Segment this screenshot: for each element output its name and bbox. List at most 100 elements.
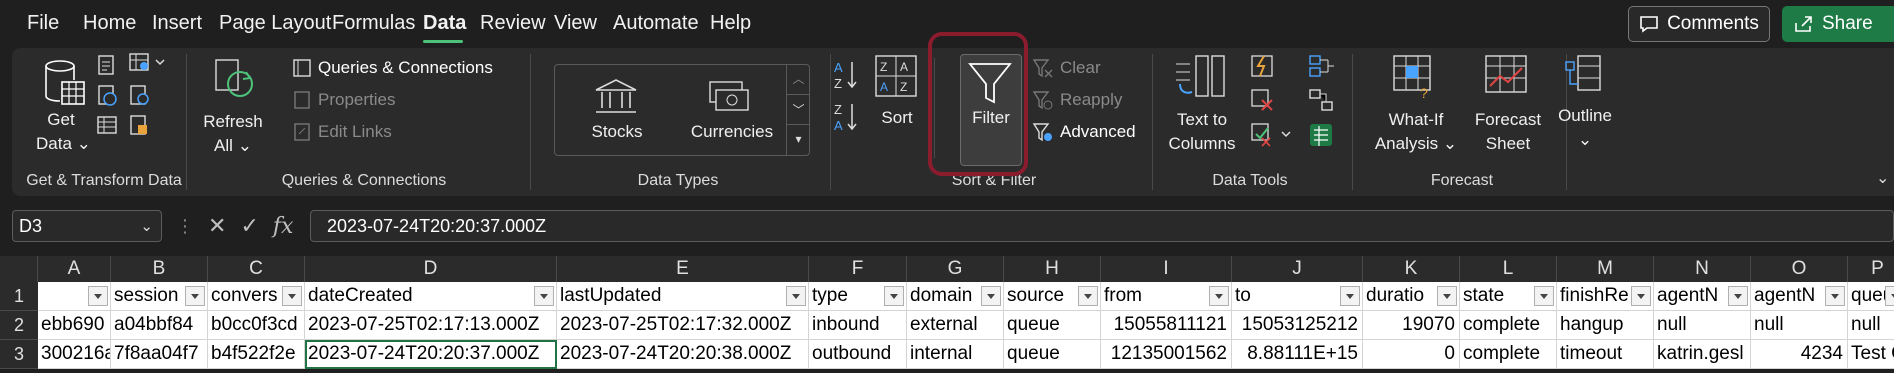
scroll-down-icon[interactable]: ﹀ [787, 94, 810, 124]
recent-sources-icon[interactable] [128, 84, 150, 106]
tab-review[interactable]: Review [480, 12, 546, 35]
stocks-button[interactable]: Stocks [582, 120, 652, 144]
from-web-icon[interactable] [96, 84, 118, 106]
data-model-icon[interactable] [1308, 122, 1336, 148]
sort-za-icon[interactable]: ZA [832, 100, 862, 134]
table-cell[interactable]: internal [907, 340, 1004, 369]
table-cell[interactable]: 8.88111E+15 [1232, 340, 1363, 369]
filter-dropdown-icon[interactable] [1340, 286, 1360, 306]
remove-duplicates-icon[interactable] [1250, 88, 1276, 114]
table-cell[interactable]: timeout [1557, 340, 1654, 369]
collapse-ribbon-icon[interactable]: ⌄ [1876, 168, 1889, 188]
column-header-f[interactable]: F [809, 256, 907, 282]
enter-icon[interactable]: ✓ [240, 213, 258, 239]
table-cell[interactable]: 2023-07-25T02:17:13.000Z [305, 311, 557, 340]
tab-view[interactable]: View [554, 12, 597, 35]
filter-dropdown-icon[interactable] [884, 286, 904, 306]
table-cell[interactable]: complete [1460, 340, 1557, 369]
header-cell[interactable]: duratio [1363, 282, 1460, 311]
column-header-n[interactable]: N [1654, 256, 1751, 282]
header-cell[interactable]: dateCreated [305, 282, 557, 311]
table-cell[interactable]: inbound [809, 311, 907, 340]
outline-button[interactable]: Outline ⌄ [1550, 104, 1620, 152]
queries-connections-button[interactable]: Queries & Connections [292, 58, 493, 78]
get-data-button[interactable]: Get Data ⌄ [36, 108, 91, 156]
table-cell[interactable]: 19070 [1363, 311, 1460, 340]
table-cell[interactable]: 0 [1363, 340, 1460, 369]
select-all-corner[interactable] [0, 256, 38, 282]
column-header-a[interactable]: A [38, 256, 111, 282]
scroll-up-icon[interactable]: ︿ [787, 64, 810, 94]
row-header-3[interactable]: 3 [0, 340, 38, 369]
filter-dropdown-icon[interactable] [185, 286, 205, 306]
filter-dropdown-icon[interactable] [88, 286, 108, 306]
more-options-icon[interactable]: ⋮ [176, 216, 194, 237]
refresh-all-button[interactable]: Refresh All ⌄ [198, 110, 268, 158]
header-cell[interactable]: domain [907, 282, 1004, 311]
data-validation-icon[interactable] [1250, 122, 1296, 148]
flash-fill-icon[interactable] [1250, 54, 1276, 80]
column-header-o[interactable]: O [1751, 256, 1848, 282]
gallery-more-icon[interactable]: ▾ [787, 124, 810, 154]
filter-dropdown-icon[interactable] [534, 286, 554, 306]
table-cell[interactable]: complete [1460, 311, 1557, 340]
from-table-icon[interactable] [96, 114, 118, 136]
header-cell[interactable]: queue [1848, 282, 1894, 311]
table-cell[interactable]: 300216a [38, 340, 111, 369]
reapply-button[interactable]: Reapply [1032, 90, 1122, 110]
column-header-d[interactable]: D [305, 256, 557, 282]
properties-doc-icon[interactable] [128, 114, 150, 136]
table-cell[interactable]: b4f522f2e [208, 340, 305, 369]
share-button[interactable]: Share [1782, 6, 1894, 42]
table-cell[interactable]: 12135001562 [1101, 340, 1232, 369]
table-cell[interactable]: external [907, 311, 1004, 340]
header-cell[interactable]: finishRe [1557, 282, 1654, 311]
properties-button[interactable]: Properties [292, 90, 395, 110]
clear-filter-button[interactable]: Clear [1032, 58, 1101, 78]
tab-home[interactable]: Home [83, 12, 136, 35]
tab-data[interactable]: Data [423, 12, 466, 35]
table-cell[interactable]: null [1848, 311, 1894, 340]
table-cell[interactable]: 4234 [1751, 340, 1848, 369]
cancel-icon[interactable]: ✕ [208, 213, 226, 239]
filter-dropdown-icon[interactable] [1437, 286, 1457, 306]
table-cell[interactable]: queue [1004, 311, 1101, 340]
column-header-k[interactable]: K [1363, 256, 1460, 282]
table-cell[interactable]: null [1654, 311, 1751, 340]
row-header-1[interactable]: 1 [0, 282, 38, 311]
tab-file[interactable]: File [27, 12, 59, 35]
header-cell[interactable]: session [111, 282, 208, 311]
header-cell[interactable]: type [809, 282, 907, 311]
currencies-button[interactable]: Currencies [682, 120, 782, 144]
table-cell[interactable]: a04bbf84 [111, 311, 208, 340]
filter-dropdown-icon[interactable] [1534, 286, 1554, 306]
tab-insert[interactable]: Insert [152, 12, 202, 35]
table-cell[interactable]: 15053125212 [1232, 311, 1363, 340]
text-to-columns-button[interactable]: Text to Columns [1162, 108, 1242, 156]
column-header-m[interactable]: M [1557, 256, 1654, 282]
consolidate-icon[interactable] [1308, 54, 1336, 80]
filter-dropdown-icon[interactable] [1209, 286, 1229, 306]
row-header-2[interactable]: 2 [0, 311, 38, 340]
table-cell[interactable]: 2023-07-25T02:17:32.000Z [557, 311, 809, 340]
tab-page-layout[interactable]: Page Layout [219, 12, 331, 35]
table-cell[interactable]: 15055811121 [1101, 311, 1232, 340]
header-cell[interactable]: source [1004, 282, 1101, 311]
header-cell[interactable]: agentN [1751, 282, 1848, 311]
what-if-button[interactable]: What-If Analysis ⌄ [1374, 108, 1458, 156]
relationships-icon[interactable] [1308, 88, 1336, 114]
table-cell[interactable]: b0cc0f3cd [208, 311, 305, 340]
header-cell[interactable] [38, 282, 111, 311]
comments-button[interactable]: Comments [1628, 6, 1770, 42]
filter-dropdown-icon[interactable] [1885, 286, 1894, 306]
header-cell[interactable]: from [1101, 282, 1232, 311]
column-header-e[interactable]: E [557, 256, 809, 282]
filter-dropdown-icon[interactable] [981, 286, 1001, 306]
forecast-sheet-button[interactable]: Forecast Sheet [1468, 108, 1548, 156]
filter-dropdown-icon[interactable] [1631, 286, 1651, 306]
table-cell[interactable]: null [1751, 311, 1848, 340]
header-cell[interactable]: convers [208, 282, 305, 311]
table-cell[interactable]: 7f8aa04f7 [111, 340, 208, 369]
column-header-p[interactable]: P [1848, 256, 1894, 282]
column-header-c[interactable]: C [208, 256, 305, 282]
